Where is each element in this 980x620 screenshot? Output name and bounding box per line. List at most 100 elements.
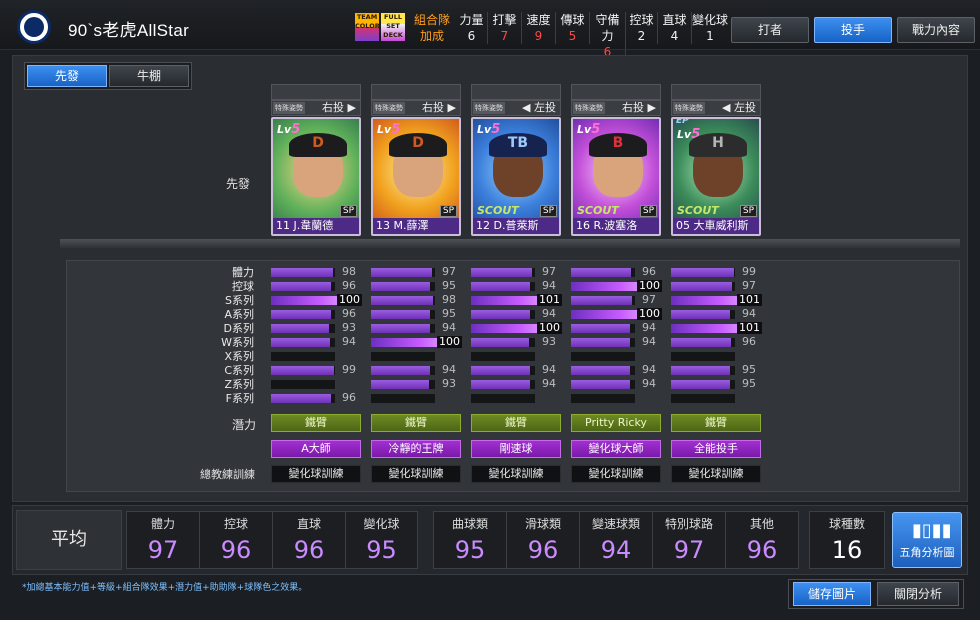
combo-stat-defense: 守備力 6 bbox=[590, 12, 626, 60]
stat-value: 93 bbox=[542, 335, 556, 348]
combo-stat-throwing: 傳球 5 bbox=[556, 12, 590, 44]
pitch-type-count: 球種數 16 bbox=[809, 511, 885, 569]
stat-row-label: D系列 bbox=[223, 322, 254, 335]
combo-label-top: 組合隊 bbox=[413, 13, 450, 27]
combo-stat-control: 控球 2 bbox=[626, 12, 658, 44]
pitcher-card[interactable]: Lv5 TB SCOUT SP 12 D.普萊斯 bbox=[471, 117, 561, 236]
potential-tag[interactable]: 鐵臂 bbox=[471, 414, 561, 432]
summary-group-main: 體力 97 控球 96 直球 96 變化球 95 bbox=[126, 511, 418, 569]
stat-bar-fill bbox=[271, 310, 331, 319]
combo-bonus-label: 組合隊 加成 bbox=[410, 12, 454, 44]
stat-bar: 94 bbox=[471, 378, 556, 390]
stat-bar-fill bbox=[271, 282, 331, 291]
stat-bar-fill bbox=[271, 394, 331, 403]
special-skill-tag[interactable]: 冷靜的王牌 bbox=[371, 440, 461, 458]
special-skill-tag[interactable]: 變化球大師 bbox=[571, 440, 661, 458]
stat-value: 101 bbox=[737, 321, 762, 334]
avg-fastball: 直球 96 bbox=[273, 512, 346, 568]
stat-value: 94 bbox=[542, 307, 556, 320]
scout-label: SCOUT bbox=[677, 204, 719, 217]
potential-tag[interactable]: Pritty Ricky bbox=[571, 414, 661, 432]
potential-tag[interactable]: 鐵臂 bbox=[671, 414, 761, 432]
stat-value: 97 bbox=[742, 279, 756, 292]
special-form-tag: 特殊姿勢 bbox=[473, 102, 505, 114]
cap-icon: H bbox=[689, 133, 747, 157]
stat-bar-fill bbox=[571, 324, 630, 333]
stat-value: 94 bbox=[542, 377, 556, 390]
special-skill-tag[interactable]: 全能投手 bbox=[671, 440, 761, 458]
coach-training-tag[interactable]: 變化球訓練 bbox=[371, 465, 461, 483]
pitcher-name: 11 J.韋蘭德 bbox=[273, 218, 359, 234]
close-analysis-button[interactable]: 關閉分析 bbox=[877, 582, 959, 606]
slot-header bbox=[371, 84, 461, 100]
special-skill-tag[interactable]: A大師 bbox=[271, 440, 361, 458]
potential-tag[interactable]: 鐵臂 bbox=[271, 414, 361, 432]
stat-bar: 94 bbox=[271, 336, 356, 348]
subtab-starters[interactable]: 先發 bbox=[27, 65, 107, 87]
pitcher-form-header: 特殊姿勢 ◀ 左投 bbox=[671, 100, 761, 116]
stat-value: 100 bbox=[537, 321, 562, 334]
stat-bar: 94 bbox=[571, 378, 656, 390]
tab-strength-details[interactable]: 戰力內容 bbox=[897, 17, 975, 43]
coach-training-tag[interactable]: 變化球訓練 bbox=[571, 465, 661, 483]
stat-row-label: X系列 bbox=[224, 350, 254, 363]
save-image-button[interactable]: 儲存圖片 bbox=[793, 582, 871, 606]
stat-bar-fill bbox=[471, 366, 530, 375]
combo-stat-value: 2 bbox=[637, 29, 646, 43]
stat-value: 94 bbox=[642, 363, 656, 376]
subtab-bullpen[interactable]: 牛棚 bbox=[109, 65, 189, 87]
full-set-deck-badge: FULL SET DECK bbox=[381, 13, 405, 41]
throwing-hand: 右投 ▶ bbox=[622, 101, 656, 114]
stat-value: 97 bbox=[442, 265, 456, 278]
stat-bar-fill bbox=[371, 310, 430, 319]
coach-training-tag[interactable]: 變化球訓練 bbox=[671, 465, 761, 483]
stat-value: 101 bbox=[537, 293, 562, 306]
avg-control: 控球 96 bbox=[200, 512, 273, 568]
coach-training-row-label: 總教練訓練 bbox=[200, 468, 255, 481]
stat-value: 98 bbox=[442, 293, 456, 306]
starter-row-label: 先發 bbox=[226, 177, 251, 191]
tab-batters[interactable]: 打者 bbox=[731, 17, 809, 43]
coach-training-tag[interactable]: 變化球訓練 bbox=[471, 465, 561, 483]
stat-bar: 94 bbox=[571, 322, 656, 334]
throwing-hand: ◀ 左投 bbox=[722, 101, 756, 114]
special-skill-tag[interactable]: 剛速球 bbox=[471, 440, 561, 458]
stat-value: 94 bbox=[642, 377, 656, 390]
potential-tag[interactable]: 鐵臂 bbox=[371, 414, 461, 432]
summary-group-pitch-types: 曲球類 95 滑球類 96 變速球類 94 特別球路 97 其他 96 bbox=[433, 511, 799, 569]
stat-bar bbox=[371, 394, 435, 403]
stat-row-label: S系列 bbox=[225, 294, 254, 307]
slot-header bbox=[271, 84, 361, 100]
stat-bar: 95 bbox=[671, 378, 756, 390]
stat-bar bbox=[271, 380, 335, 389]
stat-bar: 94 bbox=[671, 308, 756, 320]
pitcher-form-header: 特殊姿勢 ◀ 左投 bbox=[471, 100, 561, 116]
combo-stat-breaking: 變化球 1 bbox=[692, 13, 729, 43]
pitcher-card[interactable]: Lv5 D SP 13 M.薛澤 bbox=[371, 117, 461, 236]
stat-bar: 94 bbox=[371, 322, 456, 334]
stat-row-label: Z系列 bbox=[224, 378, 254, 391]
pitcher-form-header: 特殊姿勢 右投 ▶ bbox=[271, 100, 361, 116]
stat-bar: 97 bbox=[471, 266, 556, 278]
stat-value: 96 bbox=[642, 265, 656, 278]
stat-bar: 100 bbox=[371, 336, 462, 348]
stat-bar-fill bbox=[471, 282, 530, 291]
bar-chart-icon: ▮▯▮▮ bbox=[912, 520, 952, 541]
team-name: 90`s老虎AllStar bbox=[68, 21, 190, 40]
stat-bar: 98 bbox=[271, 266, 356, 278]
stat-value: 94 bbox=[642, 335, 656, 348]
stat-value: 94 bbox=[342, 335, 356, 348]
combo-stat-value: 6 bbox=[467, 29, 476, 43]
radar-chart-button[interactable]: ▮▯▮▮ 五角分析圖 bbox=[892, 512, 962, 568]
stat-bar: 100 bbox=[271, 294, 362, 306]
stat-bar: 96 bbox=[671, 336, 756, 348]
pitcher-card[interactable]: EP Lv5 H SCOUT SP 05 大車威利斯 bbox=[671, 117, 761, 236]
stat-bar-fill bbox=[371, 282, 430, 291]
stat-bar: 100 bbox=[471, 322, 562, 334]
stat-bar: 96 bbox=[571, 266, 656, 278]
tab-pitchers[interactable]: 投手 bbox=[814, 17, 892, 43]
coach-training-tag[interactable]: 變化球訓練 bbox=[271, 465, 361, 483]
stat-row-label: A系列 bbox=[224, 308, 254, 321]
pitcher-card[interactable]: Lv5 D SP 11 J.韋蘭德 bbox=[271, 117, 361, 236]
pitcher-card[interactable]: Lv5 B SCOUT SP 16 R.波塞洛 bbox=[571, 117, 661, 236]
